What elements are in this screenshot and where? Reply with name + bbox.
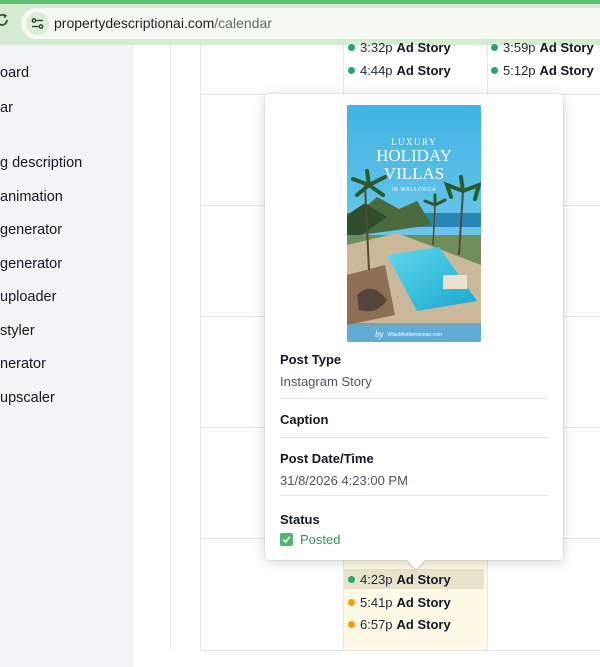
status-dot — [491, 43, 498, 51]
post-type-label: Post Type — [280, 352, 342, 367]
check-icon — [280, 533, 293, 546]
calendar-event[interactable]: 6:57p Ad Story — [344, 614, 451, 634]
caption-label: Caption — [280, 412, 329, 427]
calendar-bottom-border — [200, 650, 600, 651]
sidebar-item-listing-description[interactable]: g description — [0, 155, 82, 171]
post-datetime-value: 31/8/2026 4:23:00 PM — [280, 473, 408, 488]
sidebar-item-calendar[interactable]: ar — [0, 100, 13, 116]
status-label: Status — [280, 512, 320, 527]
post-datetime-label: Post Date/Time — [280, 451, 374, 466]
status-dot — [348, 43, 355, 51]
event-title: Ad Story — [396, 39, 451, 55]
sidebar-item-upscaler[interactable]: upscaler — [0, 390, 55, 406]
status-dot — [348, 620, 355, 628]
post-type-value: Instagram Story — [280, 374, 372, 389]
event-time: 3:32p — [360, 39, 393, 55]
site-settings-icon[interactable] — [26, 12, 49, 35]
sidebar-item-generator-1[interactable]: generator — [0, 222, 62, 238]
calendar-event[interactable]: 3:32p Ad Story — [344, 37, 451, 57]
image-text-holiday: HOLIDAY — [376, 146, 452, 165]
divider — [280, 495, 548, 496]
event-time: 4:23p — [360, 571, 393, 587]
event-time: 5:41p — [360, 594, 393, 610]
event-details-popover: LUXURY HOLIDAY VILLAS IN MALLORCA by Vil… — [265, 94, 563, 569]
event-title: Ad Story — [396, 571, 451, 587]
sidebar-item-uploader[interactable]: uploader — [0, 289, 56, 305]
event-time: 5:12p — [503, 62, 536, 78]
calendar-grid-line — [200, 45, 201, 650]
calendar-event-selected[interactable]: 4:23p Ad Story — [344, 569, 484, 589]
calendar-event[interactable]: 3:59p Ad Story — [487, 37, 594, 57]
event-time: 4:44p — [360, 62, 393, 78]
calendar-left-border — [170, 45, 171, 650]
sidebar-item-dashboard[interactable]: oard — [0, 65, 29, 81]
event-title: Ad Story — [396, 616, 451, 632]
calendar-event[interactable]: 5:41p Ad Story — [344, 592, 451, 612]
status-value: Posted — [300, 532, 341, 547]
reload-icon[interactable] — [0, 12, 10, 28]
event-time: 6:57p — [360, 616, 393, 632]
status-dot — [348, 575, 355, 583]
tab-strip-edge — [0, 0, 600, 4]
event-title: Ad Story — [396, 594, 451, 610]
url-path: /calendar — [214, 15, 272, 31]
sidebar-item-animation[interactable]: animation — [0, 189, 63, 205]
status-dot — [491, 66, 498, 74]
calendar-event[interactable]: 4:44p Ad Story — [344, 60, 451, 80]
image-brand: VillasMediterranean.com — [387, 332, 442, 338]
sidebar: oard ar g description animation generato… — [0, 45, 133, 667]
event-title: Ad Story — [539, 62, 594, 78]
sidebar-item-generator-2[interactable]: generator — [0, 256, 62, 272]
sidebar-item-styler[interactable]: styler — [0, 323, 35, 339]
image-text-villas: VILLAS — [384, 164, 444, 183]
event-time: 3:59p — [503, 39, 536, 55]
post-image: LUXURY HOLIDAY VILLAS IN MALLORCA by Vil… — [347, 105, 481, 342]
event-title: Ad Story — [396, 62, 451, 78]
post-image-thumbnail[interactable]: LUXURY HOLIDAY VILLAS IN MALLORCA by Vil… — [347, 105, 481, 342]
url-text[interactable]: propertydescriptionai.com/calendar — [54, 15, 272, 31]
sidebar-item-generator-3[interactable]: nerator — [0, 356, 46, 372]
divider — [280, 437, 548, 438]
divider — [280, 398, 548, 399]
event-title: Ad Story — [539, 39, 594, 55]
image-signature: by — [375, 329, 384, 339]
image-text-mallorca: IN MALLORCA — [392, 187, 437, 193]
calendar-event[interactable]: 5:12p Ad Story — [487, 60, 594, 80]
status-row: Posted — [280, 532, 340, 547]
status-dot — [348, 66, 355, 74]
status-dot — [348, 598, 355, 606]
url-domain: propertydescriptionai.com — [54, 15, 215, 31]
address-bar[interactable]: propertydescriptionai.com/calendar — [21, 8, 600, 39]
